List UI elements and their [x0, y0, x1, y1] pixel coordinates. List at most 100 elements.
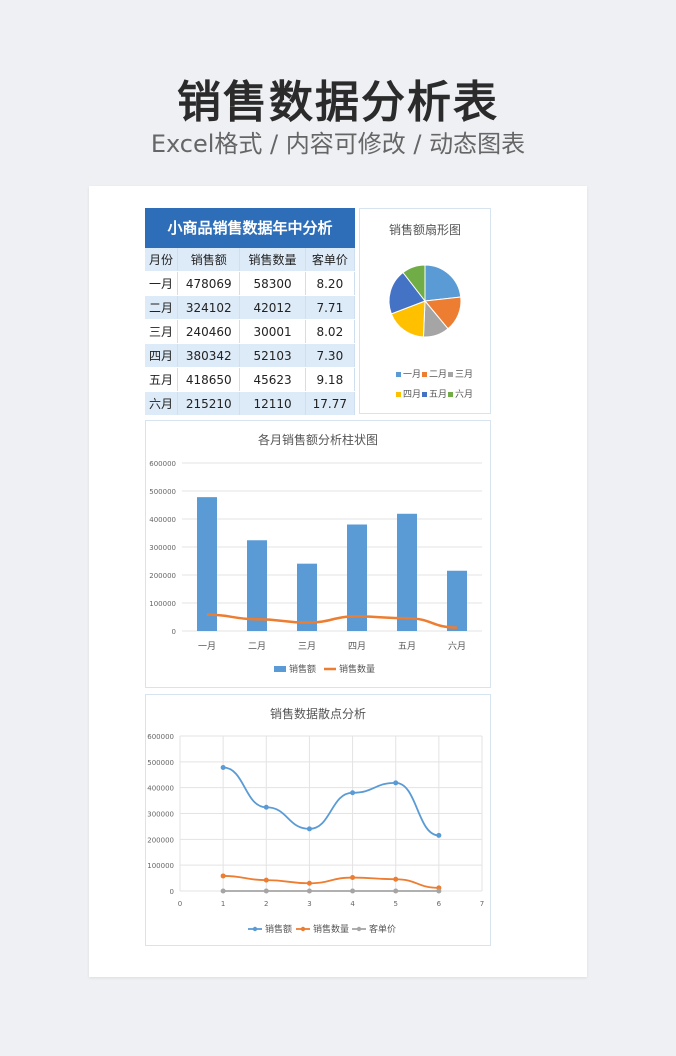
y-tick-label: 200000	[149, 572, 176, 580]
data-point	[350, 790, 356, 796]
x-tick-label: 5	[393, 900, 397, 908]
table-row: 六月 215210 12110 17.77	[145, 391, 356, 416]
series-line	[206, 613, 458, 629]
bar	[247, 540, 267, 631]
legend-label: 六月	[455, 388, 473, 400]
legend-label: 五月	[429, 389, 447, 400]
data-point	[393, 876, 399, 882]
data-point	[220, 873, 226, 879]
data-point	[350, 888, 356, 894]
x-tick-label: 1	[221, 900, 225, 908]
legend-label: 客单价	[369, 923, 396, 935]
bar	[197, 497, 217, 631]
y-tick-label: 500000	[147, 759, 174, 767]
table-cell[interactable]: 9.18	[305, 367, 356, 392]
header-cell[interactable]: 销售额	[177, 248, 241, 272]
table-cell[interactable]: 240460	[177, 319, 241, 344]
legend-label: 三月	[455, 369, 473, 380]
table-cell[interactable]: 45623	[239, 367, 306, 392]
page-title: 销售数据分析表	[177, 77, 499, 128]
data-point	[306, 888, 312, 894]
table-cell[interactable]: 58300	[239, 271, 306, 296]
legend-swatch	[422, 372, 427, 377]
table-cell[interactable]: 四月	[145, 343, 179, 368]
data-point	[436, 888, 442, 894]
data-point	[393, 888, 399, 894]
data-point	[263, 888, 269, 894]
x-tick-label: 3	[307, 900, 311, 908]
legend-marker	[356, 926, 362, 932]
x-tick-label: 6	[437, 900, 442, 908]
scatter-chart: 0 100000 200000 300000 400000 500000 600000 0 1 2…	[147, 733, 484, 935]
table-cell[interactable]: 380342	[177, 343, 241, 368]
table-cell[interactable]: 8.02	[305, 319, 356, 344]
table-row: 三月 240460 30001 8.02	[145, 319, 356, 344]
series-line	[223, 766, 440, 837]
y-tick-label: 0	[170, 888, 174, 896]
page-subtitle: Excel格式 / 内容可修改 / 动态图表	[150, 130, 526, 158]
x-tick-label: 六月	[448, 640, 466, 652]
table-cell[interactable]: 7.71	[305, 295, 356, 320]
table-cell[interactable]: 30001	[239, 319, 306, 344]
table-cell[interactable]: 52103	[239, 343, 306, 368]
legend-swatch	[396, 372, 401, 377]
y-tick-label: 200000	[147, 836, 174, 844]
table-cell[interactable]: 7.30	[305, 343, 356, 368]
x-tick-label: 二月	[248, 641, 266, 652]
table-cell[interactable]: 42012	[239, 295, 306, 320]
data-point	[263, 877, 269, 883]
legend-label: 一月	[403, 369, 421, 380]
table-cell[interactable]: 215210	[177, 391, 241, 416]
header-cell[interactable]: 月份	[145, 248, 179, 272]
header-cell[interactable]: 销售数量	[239, 248, 306, 272]
table-cell[interactable]: 三月	[145, 319, 179, 344]
legend-marker	[300, 926, 306, 932]
table-cell[interactable]: 五月	[145, 367, 179, 392]
spreadsheet-sheet: 小商品销售数据年中分析 月份 销售额 销售数量 客单价 一月 478069 58…	[89, 186, 587, 977]
series-line	[223, 875, 439, 889]
data-point	[306, 880, 312, 886]
legend-label: 销售数量	[339, 663, 375, 675]
y-tick-label: 100000	[149, 600, 176, 608]
scatter-chart-panel[interactable]: 销售数据散点分析 0 100000 200000 300000 400000 500000…	[145, 694, 491, 946]
table-row: 五月 418650 45623 9.18	[145, 367, 356, 392]
legend-label: 销售额	[265, 923, 292, 935]
pie-slice	[424, 264, 462, 302]
table-cell[interactable]: 12110	[239, 391, 306, 416]
table-cell[interactable]: 六月	[145, 391, 179, 416]
data-point	[350, 875, 356, 881]
x-tick-label: 三月	[298, 641, 316, 652]
pie-chart-panel[interactable]: 销售额扇形图 一月 二月 三月 四月 五月 六月	[359, 208, 491, 414]
data-point	[436, 832, 442, 838]
y-tick-label: 300000	[147, 811, 174, 819]
table-cell[interactable]: 418650	[177, 367, 241, 392]
y-tick-label: 0	[172, 628, 176, 636]
x-tick-label: 7	[480, 900, 484, 908]
table-cell[interactable]: 17.77	[305, 391, 356, 416]
bar-chart-panel[interactable]: 各月销售额分析柱状图 0 100000 200000 300000 400000 5000…	[145, 420, 491, 688]
x-tick-label: 四月	[348, 641, 366, 652]
y-tick-label: 300000	[149, 544, 176, 552]
legend-swatch	[448, 372, 453, 377]
legend-label: 销售额	[289, 663, 316, 675]
bar-chart: 0 100000 200000 300000 400000 500000 600000 一月 二…	[149, 460, 482, 675]
legend-swatch	[274, 666, 286, 672]
legend-label: 二月	[429, 369, 447, 380]
y-tick-label: 600000	[147, 733, 174, 741]
table-header-row: 月份 销售额 销售数量 客单价	[145, 248, 356, 272]
legend-swatch	[448, 392, 453, 397]
table-row: 二月 324102 42012 7.71	[145, 295, 356, 320]
table-title: 小商品销售数据年中分析	[145, 208, 355, 248]
table-cell[interactable]: 8.20	[305, 271, 356, 296]
table-cell[interactable]: 478069	[177, 271, 241, 296]
legend-marker	[252, 926, 258, 932]
table-cell[interactable]: 一月	[145, 271, 179, 296]
table-row: 四月 380342 52103 7.30	[145, 343, 356, 368]
header-cell[interactable]: 客单价	[305, 248, 356, 272]
data-point	[263, 804, 269, 810]
table-cell[interactable]: 324102	[177, 295, 241, 320]
data-point	[306, 826, 312, 832]
y-tick-label: 600000	[149, 460, 176, 468]
data-table: 月份 销售额 销售数量 客单价 一月 478069 58300 8.20 二月 …	[145, 248, 356, 416]
table-cell[interactable]: 二月	[145, 295, 179, 320]
